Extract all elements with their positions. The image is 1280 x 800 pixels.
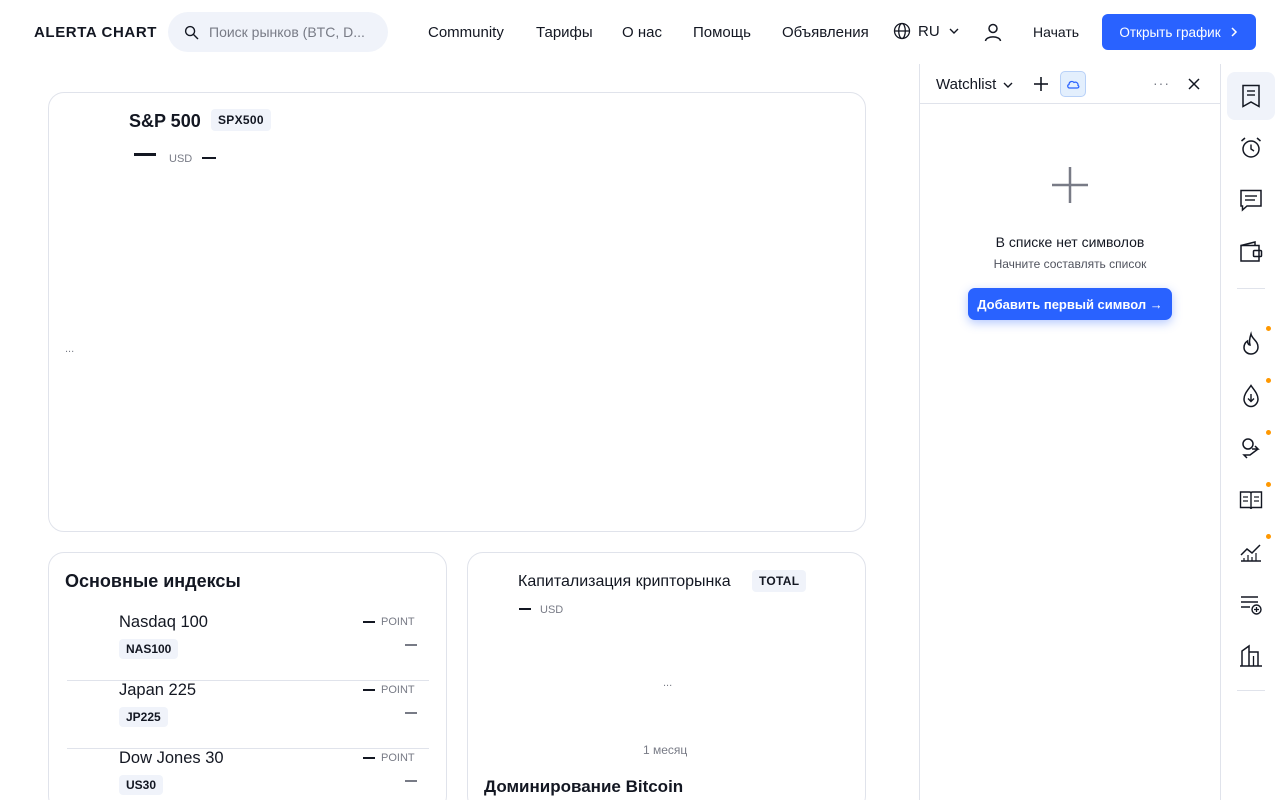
- index-price-placeholder: [363, 689, 375, 691]
- nav-pricing[interactable]: Тарифы: [536, 24, 593, 41]
- price-placeholder: [519, 608, 531, 610]
- notification-dot: [1266, 534, 1271, 539]
- alarm-clock-icon: [1241, 137, 1261, 158]
- toolbar-separator: [1237, 690, 1265, 691]
- crypto-cap-name: Капитализация крипторынка: [518, 573, 731, 590]
- start-link[interactable]: Начать: [1033, 24, 1079, 40]
- index-change-placeholder: [405, 712, 417, 714]
- chevron-down-icon: [1003, 82, 1013, 88]
- price-placeholder: [134, 153, 156, 156]
- toolbar-drops[interactable]: [1227, 372, 1275, 420]
- drop-down-icon: [1243, 384, 1259, 408]
- chat-icon: [1240, 189, 1262, 212]
- index-name: Japan 225: [119, 681, 197, 699]
- search-input[interactable]: [209, 24, 379, 40]
- index-change-placeholder: [405, 780, 417, 782]
- index-row[interactable]: Japan 225 JP225 POINT: [67, 681, 429, 749]
- chart-loading: ...: [65, 343, 75, 355]
- notification-dot: [1266, 378, 1271, 383]
- index-row[interactable]: Nasdaq 100 NAS100 POINT: [67, 613, 429, 681]
- search-icon: [184, 25, 199, 39]
- news-icon: [1239, 491, 1263, 510]
- currency-label: USD: [169, 153, 193, 165]
- toolbar-watchlist[interactable]: [1227, 72, 1275, 120]
- crypto-cap-card[interactable]: Капитализация крипторынка TOTAL USD ... …: [467, 552, 866, 800]
- toolbar-separator: [1237, 288, 1265, 289]
- close-icon[interactable]: [1187, 77, 1201, 91]
- currency-label: USD: [540, 604, 564, 616]
- index-row[interactable]: Dow Jones 30 US30 POINT: [67, 749, 429, 800]
- nav-community[interactable]: Community: [428, 24, 504, 41]
- chevron-down-icon: [949, 28, 959, 34]
- toolbar-list-add[interactable]: [1227, 580, 1275, 628]
- index-ticker: JP225: [119, 707, 168, 727]
- watchlist-empty-title: В списке нет символов: [995, 234, 1145, 250]
- toolbar-chart[interactable]: [1227, 528, 1275, 576]
- notification-dot: [1266, 482, 1271, 487]
- index-name: Nasdaq 100: [119, 613, 208, 631]
- ticker-badge: SPX500: [211, 109, 271, 131]
- index-ticker: NAS100: [119, 639, 179, 659]
- open-chart-label: Открыть график: [1119, 24, 1221, 40]
- chart-loading: ...: [663, 677, 673, 689]
- search-box[interactable]: [168, 12, 388, 52]
- symbol-name: S&P 500: [129, 111, 201, 131]
- user-icon[interactable]: [983, 22, 1003, 42]
- wallet-icon: [1240, 241, 1263, 262]
- cloud-sync-button[interactable]: [1060, 71, 1086, 97]
- index-price-placeholder: [363, 757, 375, 759]
- nav-help[interactable]: Помощь: [693, 24, 751, 41]
- more-icon[interactable]: ···: [1153, 75, 1170, 91]
- period-label[interactable]: 1 месяц: [643, 743, 687, 757]
- watchlist-empty-hint: Начните составлять список: [993, 257, 1147, 271]
- toolbar-chat[interactable]: [1227, 176, 1275, 224]
- add-first-symbol-button[interactable]: Добавить первый символ →: [968, 288, 1172, 320]
- indices-card: Основные индексы Nasdaq 100 NAS100 POINT…: [48, 552, 447, 800]
- change-placeholder: [202, 157, 216, 159]
- chevron-right-icon: [1231, 27, 1237, 37]
- toolbar-news[interactable]: [1227, 476, 1275, 524]
- plus-icon[interactable]: [1032, 75, 1050, 93]
- indices-title: Основные индексы: [65, 571, 241, 591]
- watchlist-icon: [1242, 84, 1260, 108]
- notification-dot: [1266, 326, 1271, 331]
- logo[interactable]: ALERTA CHART: [34, 24, 157, 41]
- watchlist-header: Watchlist ···: [920, 64, 1220, 104]
- index-price-placeholder: [363, 621, 375, 623]
- globe-icon: [893, 22, 911, 40]
- index-change-placeholder: [405, 644, 417, 646]
- right-toolbar: [1221, 64, 1280, 800]
- index-unit: POINT: [381, 684, 415, 696]
- watchlist-dropdown[interactable]: Watchlist: [936, 76, 1014, 93]
- toolbar-alerts[interactable]: [1227, 124, 1275, 172]
- index-unit: POINT: [381, 616, 415, 628]
- notification-dot: [1266, 430, 1271, 435]
- toolbar-hot[interactable]: [1227, 320, 1275, 368]
- watchlist-panel: Watchlist ··· В списке нет символов Начн…: [919, 64, 1221, 800]
- main-chart-card[interactable]: S&P 500 SPX500 USD ...: [48, 92, 866, 532]
- index-name: Dow Jones 30: [119, 749, 224, 767]
- plus-icon: [1052, 167, 1088, 203]
- toolbar-wallet[interactable]: [1227, 228, 1275, 276]
- watchlist-title: Watchlist: [936, 76, 997, 93]
- chart-line-icon: [1240, 544, 1261, 562]
- toolbar-buildings[interactable]: [1227, 632, 1275, 680]
- dominance-title: Доминирование Bitcoin: [484, 777, 684, 796]
- exchange-icon: [1242, 438, 1260, 459]
- toolbar-exchange[interactable]: [1227, 424, 1275, 472]
- buildings-icon: [1240, 644, 1262, 667]
- cloud-icon: [1067, 80, 1080, 89]
- flame-icon: [1243, 331, 1259, 355]
- nav-announcements[interactable]: Объявления: [782, 24, 869, 41]
- index-unit: POINT: [381, 752, 415, 764]
- ticker-badge: TOTAL: [752, 570, 807, 592]
- language-selector[interactable]: RU: [893, 22, 960, 40]
- index-ticker: US30: [119, 775, 164, 795]
- open-chart-button[interactable]: Открыть график: [1102, 14, 1256, 50]
- top-header: ALERTA CHART Community Тарифы О нас Помо…: [0, 0, 1280, 64]
- list-add-icon: [1241, 596, 1262, 615]
- language-label: RU: [918, 22, 940, 40]
- nav-about[interactable]: О нас: [622, 24, 662, 41]
